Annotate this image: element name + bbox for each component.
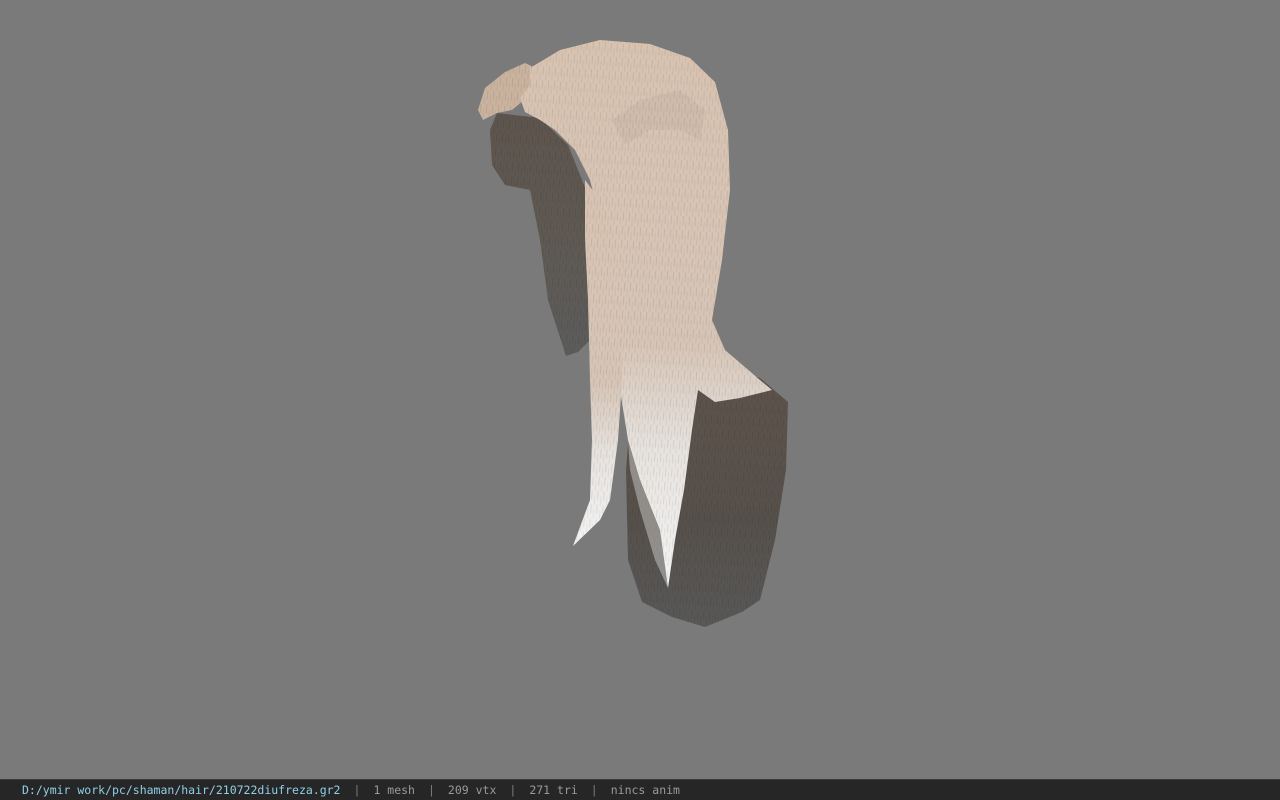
vertex-count: 209 vtx <box>447 783 497 797</box>
file-path: D:/ymir work/pc/shaman/hair/210722diufre… <box>22 783 341 797</box>
animation-status: nincs anim <box>610 783 680 797</box>
triangle-count: 271 tri <box>529 783 578 797</box>
separator: | <box>427 783 435 797</box>
status-bar: D:/ymir work/pc/shaman/hair/210722diufre… <box>0 779 1280 800</box>
separator: | <box>590 783 598 797</box>
mesh-count: 1 mesh <box>373 783 415 797</box>
separator: | <box>509 783 517 797</box>
3d-viewport[interactable] <box>0 0 1280 779</box>
separator: | <box>353 783 361 797</box>
hair-model <box>478 40 788 627</box>
